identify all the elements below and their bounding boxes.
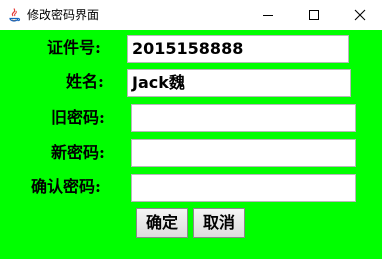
name-field[interactable]: Jack魏: [127, 69, 351, 97]
old-password-field[interactable]: [131, 104, 356, 132]
title-bar: 修改密码界面: [0, 0, 382, 30]
minimize-icon: [263, 15, 273, 16]
confirm-password-field[interactable]: [131, 174, 356, 202]
cancel-button[interactable]: 取消: [193, 208, 245, 238]
name-label: 姓名:: [66, 72, 104, 91]
new-password-field[interactable]: [131, 139, 356, 167]
confirm-button[interactable]: 确定: [136, 208, 188, 238]
maximize-button[interactable]: [291, 0, 337, 30]
java-icon: [6, 7, 22, 23]
form-panel: 证件号: 2015158888 姓名: Jack魏 旧密码: 新密码: 确认密码…: [0, 30, 382, 259]
id-number-field[interactable]: 2015158888: [127, 35, 349, 63]
id-number-label: 证件号:: [47, 38, 101, 57]
close-button[interactable]: [337, 0, 382, 30]
maximize-icon: [309, 10, 319, 20]
minimize-button[interactable]: [245, 0, 291, 30]
close-icon: [354, 9, 366, 21]
old-password-label: 旧密码:: [51, 108, 105, 127]
confirm-password-label: 确认密码:: [31, 177, 101, 196]
window-title: 修改密码界面: [27, 8, 100, 22]
new-password-label: 新密码:: [51, 143, 105, 162]
